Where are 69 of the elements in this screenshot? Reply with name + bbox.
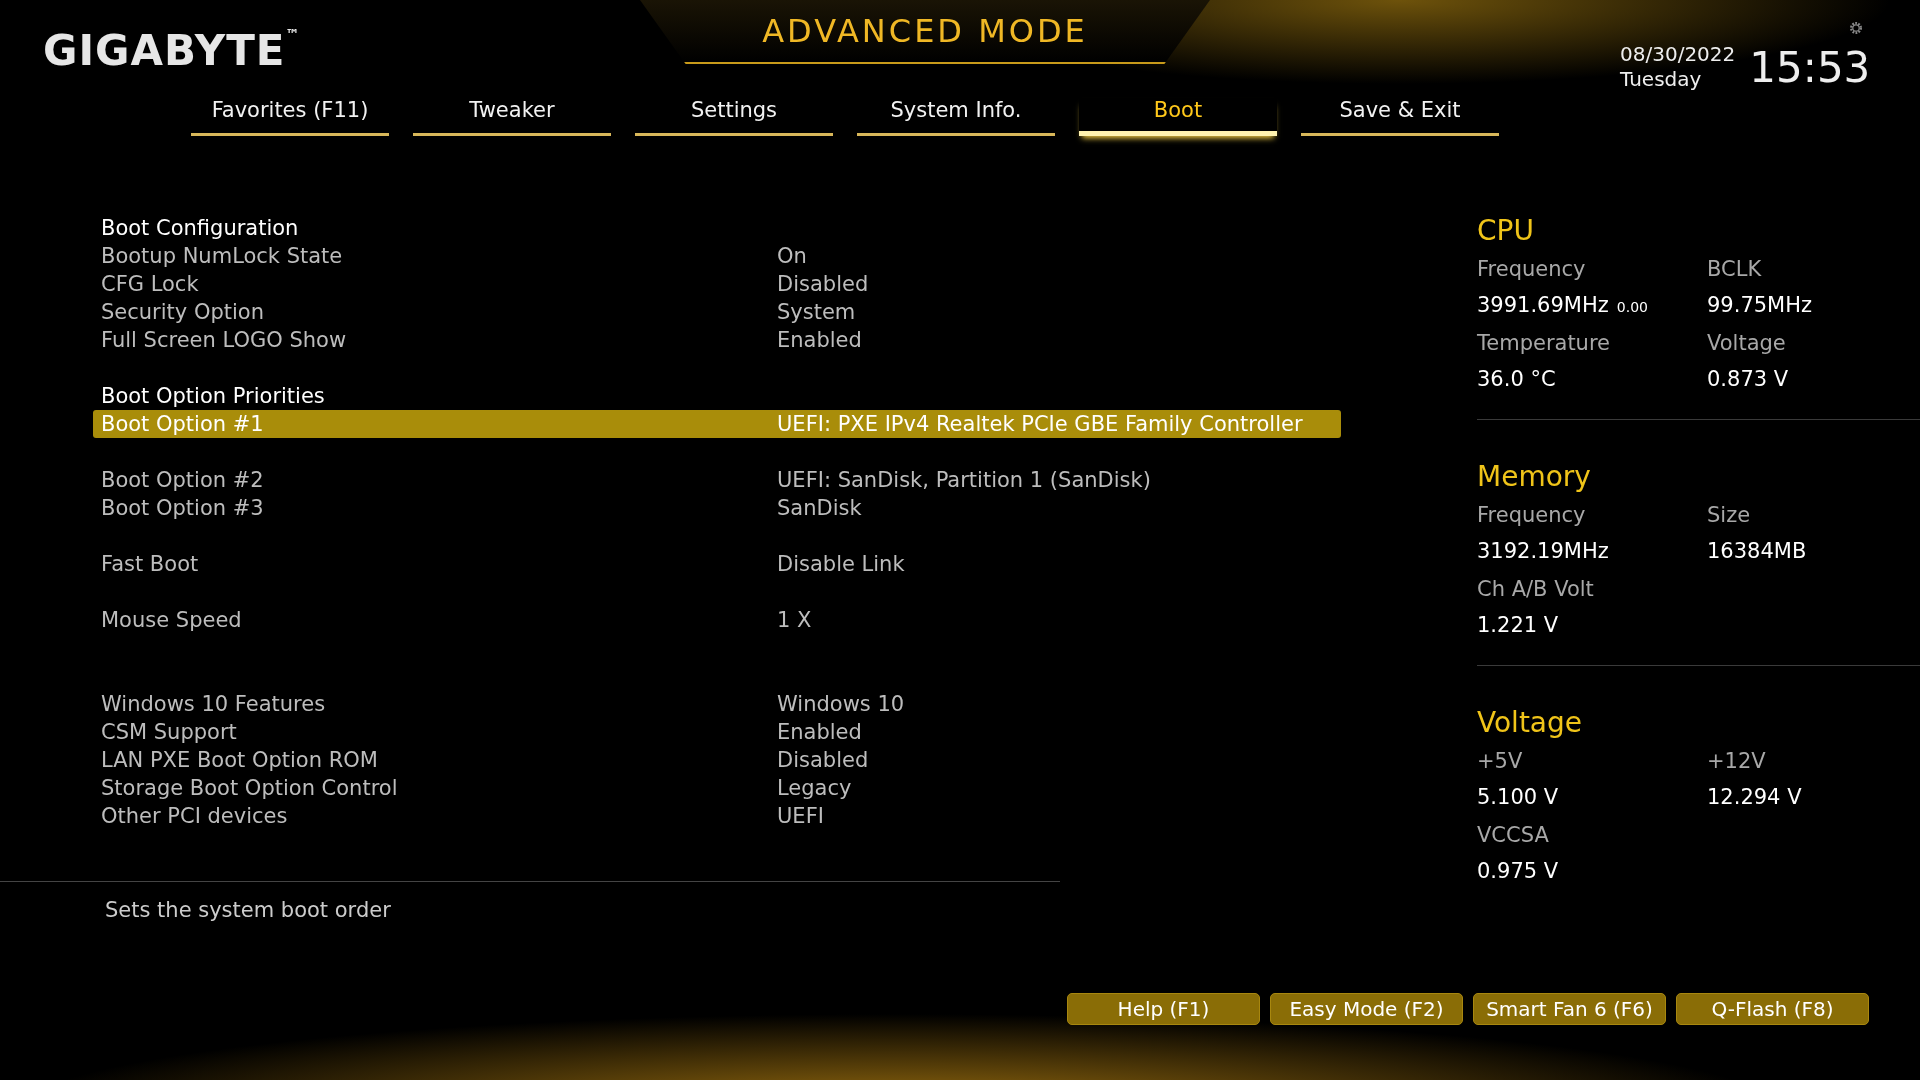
- setting-label[interactable]: Full Screen LOGO Show: [101, 328, 777, 352]
- function-key-button[interactable]: Easy Mode (F2): [1270, 993, 1463, 1025]
- monitor-label: +5V: [1477, 749, 1524, 773]
- setting-value[interactable]: Enabled: [777, 720, 862, 744]
- setting-label[interactable]: Storage Boot Option Control: [101, 776, 777, 800]
- menu-tab[interactable]: Settings: [635, 98, 833, 136]
- setting-label[interactable]: CSM Support: [101, 720, 777, 744]
- clock-time: 15:53: [1749, 42, 1871, 92]
- setting-value[interactable]: Windows 10: [777, 692, 905, 716]
- setting-label[interactable]: Bootup NumLock State: [101, 244, 777, 268]
- setting-value[interactable]: On: [777, 244, 807, 268]
- date-text: 08/30/2022: [1620, 42, 1736, 67]
- section-title: Voltage: [1477, 706, 1584, 739]
- setting-value[interactable]: Disabled: [777, 272, 869, 296]
- monitor-label: VCCSA: [1477, 823, 1550, 847]
- monitor-value: 36.0 °C: [1477, 367, 1556, 391]
- setting-value[interactable]: SanDisk: [777, 496, 862, 520]
- section-title: Memory: [1477, 460, 1592, 493]
- monitor-value: 5.100 V: [1477, 785, 1559, 809]
- monitor-note: 0.00: [1616, 299, 1648, 315]
- monitor-label: Size: [1707, 503, 1752, 527]
- setting-value[interactable]: 1 X: [777, 608, 812, 632]
- settings-icon[interactable]: [1848, 20, 1864, 36]
- setting-label[interactable]: Boot Option #3: [101, 496, 777, 520]
- monitor-label: Frequency: [1477, 257, 1587, 281]
- monitor-value: 0.975 V: [1477, 859, 1559, 883]
- mode-title-banner: ADVANCED MODE: [640, 0, 1210, 64]
- function-key-button[interactable]: Smart Fan 6 (F6): [1473, 993, 1666, 1025]
- setting-label[interactable]: Boot Option #2: [101, 468, 777, 492]
- setting-value[interactable]: Enabled: [777, 328, 862, 352]
- menu-tab[interactable]: Tweaker: [413, 98, 611, 136]
- setting-label[interactable]: CFG Lock: [101, 272, 777, 296]
- setting-value[interactable]: Disable Link: [777, 552, 905, 576]
- monitor-label: BCLK: [1707, 257, 1763, 281]
- monitor-label: +12V: [1707, 749, 1767, 773]
- setting-value[interactable]: UEFI: [777, 804, 824, 828]
- monitor-value: 1.221 V: [1477, 613, 1559, 637]
- setting-label[interactable]: LAN PXE Boot Option ROM: [101, 748, 777, 772]
- section-heading: Boot Configuration: [101, 216, 299, 240]
- setting-value[interactable]: UEFI: SanDisk, Partition 1 (SanDisk): [777, 468, 1151, 492]
- monitor-label: Frequency: [1477, 503, 1587, 527]
- monitor-value: 12.294 V: [1707, 785, 1802, 809]
- monitor-label: Voltage: [1707, 331, 1787, 355]
- menu-tab[interactable]: System Info.: [857, 98, 1055, 136]
- section-heading: Boot Option Priorities: [101, 384, 325, 408]
- help-text: Sets the system boot order: [105, 898, 391, 922]
- function-key-button[interactable]: Q-Flash (F8): [1676, 993, 1869, 1025]
- weekday-text: Tuesday: [1620, 67, 1703, 92]
- setting-label[interactable]: Windows 10 Features: [101, 692, 777, 716]
- section-title: CPU: [1477, 214, 1535, 247]
- monitor-value: 3991.69MHz: [1477, 293, 1609, 317]
- menu-tab[interactable]: Save & Exit: [1301, 98, 1499, 136]
- setting-value[interactable]: Disabled: [777, 748, 869, 772]
- menu-tab[interactable]: Boot: [1079, 98, 1277, 136]
- monitor-value: 16384MB: [1707, 539, 1807, 563]
- brand-logo: GIGABYTE$^{™}$: [43, 26, 302, 75]
- monitor-value: 0.873 V: [1707, 367, 1789, 391]
- setting-value[interactable]: System: [777, 300, 856, 324]
- setting-label[interactable]: Fast Boot: [101, 552, 777, 576]
- setting-label[interactable]: Security Option: [101, 300, 777, 324]
- monitor-value: 3192.19MHz: [1477, 539, 1609, 563]
- setting-value[interactable]: Legacy: [777, 776, 852, 800]
- setting-label[interactable]: Mouse Speed: [101, 608, 777, 632]
- monitor-label: Ch A/B Volt: [1477, 577, 1595, 601]
- monitor-value: 99.75MHz: [1707, 293, 1813, 317]
- function-key-button[interactable]: Help (F1): [1067, 993, 1260, 1025]
- setting-label[interactable]: Other PCI devices: [101, 804, 777, 828]
- monitor-label: Temperature: [1477, 331, 1612, 355]
- menu-tab[interactable]: Favorites (F11): [191, 98, 389, 136]
